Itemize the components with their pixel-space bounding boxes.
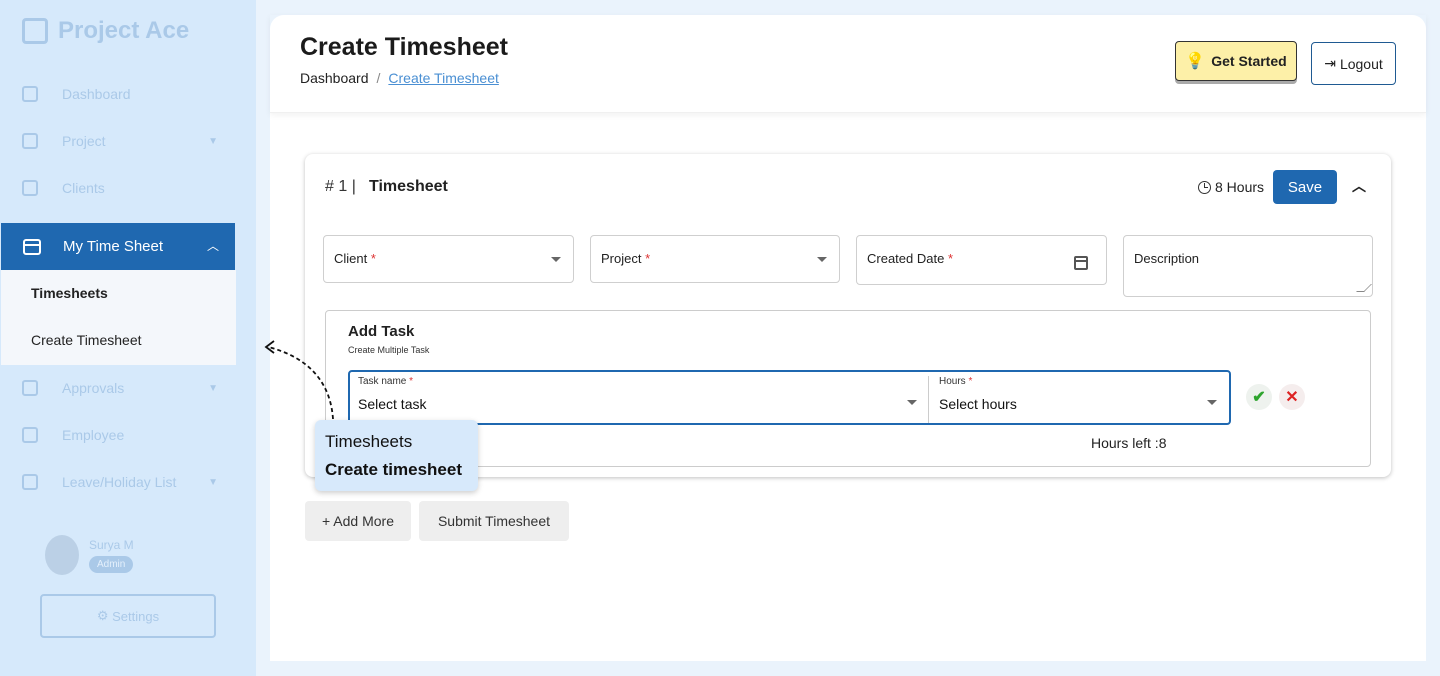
hours-label: Hours * [939, 376, 972, 387]
required-mark: * [947, 251, 954, 266]
description-field[interactable]: Description [1123, 235, 1373, 297]
chevron-down-icon: ▼ [208, 135, 218, 147]
gear-icon: ⚙ [96, 608, 113, 623]
task-name-label: Task name * [358, 376, 413, 387]
dashboard-icon [22, 86, 38, 102]
chevron-up-icon[interactable]: ︿ [1352, 176, 1366, 196]
created-date-field[interactable]: Created Date * [856, 235, 1107, 285]
required-mark: * [645, 251, 651, 266]
page-header: Create Timesheet Dashboard / Create Time… [270, 15, 1426, 113]
clock-icon [1198, 180, 1211, 194]
sidebar-item-my-time-sheet[interactable]: My Time Sheet ︿ [1, 223, 235, 270]
submit-timesheet-button[interactable]: Submit Timesheet [419, 501, 569, 541]
breadcrumb-separator: / [376, 70, 381, 86]
logo-text: Project Ace [58, 17, 190, 44]
main-content: Create Timesheet Dashboard / Create Time… [270, 15, 1426, 661]
annotation-arrow [264, 340, 334, 420]
project-select[interactable]: Project * [590, 235, 840, 283]
settings-label: Settings [112, 608, 160, 624]
breadcrumb: Dashboard / Create Timesheet [300, 70, 499, 86]
logout-icon: ⇥ [1324, 55, 1336, 71]
role-badge: Admin [89, 555, 134, 573]
task-name-label-text: Task name [358, 376, 407, 387]
required-mark: * [370, 251, 376, 266]
sidebar-item-label: Project [62, 133, 106, 149]
description-label: Description [1134, 251, 1200, 266]
chevron-down-icon: ▼ [208, 476, 218, 488]
page-title: Create Timesheet [300, 33, 508, 61]
hours-total: 8 Hours [1198, 179, 1264, 195]
tooltip-line-2: Create timesheet [325, 460, 463, 479]
sidebar: Project Ace Dashboard Project ▼ Clients … [0, 0, 256, 676]
hours-total-label: 8 Hours [1215, 179, 1265, 195]
breadcrumb-current[interactable]: Create Timesheet [388, 70, 499, 86]
caret-down-icon [907, 400, 917, 405]
hours-left: Hours left :8 [1091, 435, 1167, 451]
client-label: Client [334, 251, 368, 266]
caret-down-icon [1207, 400, 1217, 405]
logo-icon [22, 18, 48, 44]
created-date-label: Created Date [867, 251, 945, 266]
submenu-item-timesheets[interactable]: Timesheets [31, 285, 108, 301]
project-icon [22, 133, 38, 149]
employee-icon [22, 427, 38, 443]
sidebar-item-project[interactable]: Project ▼ [22, 130, 222, 152]
sidebar-item-label: My Time Sheet [63, 238, 164, 255]
hours-select[interactable]: Select hours [939, 396, 1017, 412]
required-mark: * [968, 376, 973, 387]
add-task-title: Add Task [348, 323, 415, 340]
resize-handle-icon[interactable] [1356, 284, 1372, 292]
divider [928, 376, 929, 423]
task-select[interactable]: Select task [358, 396, 426, 412]
clients-icon [22, 180, 38, 196]
get-started-button[interactable]: 💡 Get Started [1175, 41, 1297, 81]
sidebar-item-label: Approvals [62, 380, 125, 396]
save-button[interactable]: Save [1273, 170, 1337, 204]
sidebar-item-label: Clients [62, 180, 105, 196]
sidebar-item-label: Leave/Holiday List [62, 474, 177, 490]
project-label: Project [601, 251, 642, 266]
app-logo[interactable]: Project Ace [22, 16, 189, 46]
avatar [45, 535, 79, 575]
calendar-icon [23, 238, 41, 255]
annotation-tooltip: Timesheets Create timesheet [315, 420, 478, 491]
leave-icon [22, 474, 38, 490]
sidebar-item-clients[interactable]: Clients [22, 177, 222, 199]
task-row: Task name * Select task Hours * Select h… [348, 370, 1231, 425]
add-task-section: Add Task Create Multiple Task Task name … [325, 310, 1371, 467]
timesheet-title: Timesheet [369, 178, 448, 195]
sidebar-item-leave-holiday[interactable]: Leave/Holiday List ▼ [22, 471, 222, 493]
chevron-up-icon: ︿ [206, 239, 219, 253]
tooltip-line-1: Timesheets [325, 432, 413, 451]
approvals-icon [22, 380, 38, 396]
hours-label-text: Hours [939, 376, 966, 387]
get-started-label: Get Started [1211, 53, 1287, 69]
user-profile[interactable]: Surya M Admin [45, 535, 134, 575]
caret-down-icon [817, 257, 827, 262]
client-select[interactable]: Client * [323, 235, 574, 283]
logout-button[interactable]: ⇥ Logout [1311, 42, 1396, 85]
add-more-button[interactable]: + Add More [305, 501, 411, 541]
settings-button[interactable]: ⚙ Settings [40, 594, 216, 638]
logout-label: Logout [1339, 55, 1383, 72]
submenu-item-create-timesheet[interactable]: Create Timesheet [31, 332, 142, 348]
add-task-subtitle: Create Multiple Task [348, 345, 430, 355]
sidebar-item-label: Employee [62, 427, 125, 443]
cancel-task-button[interactable]: ✕ [1279, 384, 1305, 410]
user-name: Surya M [89, 537, 134, 552]
confirm-task-button[interactable]: ✔ [1246, 384, 1272, 410]
caret-down-icon [551, 257, 561, 262]
calendar-icon[interactable] [1074, 256, 1088, 270]
breadcrumb-dashboard[interactable]: Dashboard [300, 70, 369, 86]
sidebar-item-dashboard[interactable]: Dashboard [22, 83, 222, 105]
sidebar-item-approvals[interactable]: Approvals ▼ [22, 377, 222, 399]
required-mark: * [409, 376, 414, 387]
timesheet-number: # 1 | [325, 178, 356, 195]
lightbulb-icon: 💡 [1185, 53, 1206, 70]
sidebar-submenu: Timesheets Create Timesheet [1, 270, 236, 365]
sidebar-item-label: Dashboard [62, 86, 131, 102]
chevron-down-icon: ▼ [208, 382, 218, 394]
sidebar-item-employee[interactable]: Employee [22, 424, 222, 446]
